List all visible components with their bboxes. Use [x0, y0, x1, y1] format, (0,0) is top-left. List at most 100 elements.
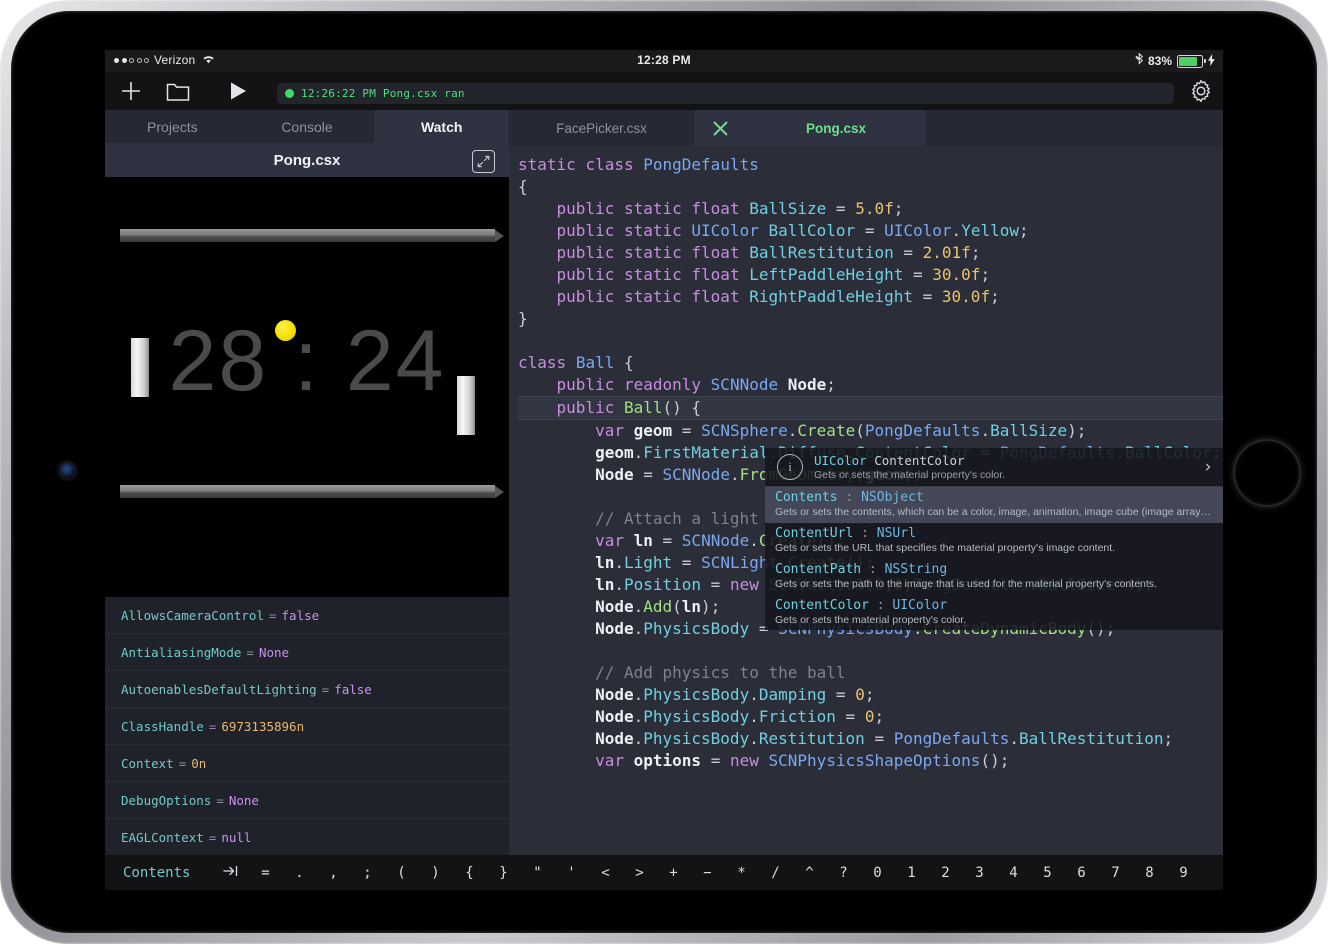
- key-*[interactable]: *: [724, 865, 758, 881]
- key-=[interactable]: =: [248, 865, 282, 881]
- key-0[interactable]: 0: [860, 865, 894, 881]
- keyboard-accessory-bar: Contents =.,;(){}"'<>+−*/^?0123456789: [105, 855, 1223, 890]
- code-line: Node.PhysicsBody.Restitution = PongDefau…: [518, 728, 1223, 750]
- watch-row-equals: =: [211, 793, 229, 808]
- play-icon[interactable]: [222, 78, 254, 104]
- watch-row-name: ClassHandle: [121, 719, 204, 734]
- key-5[interactable]: 5: [1030, 865, 1064, 881]
- watch-row-equals: =: [241, 645, 259, 660]
- code-line: {: [518, 176, 1223, 198]
- pong-game-preview[interactable]: 28 : 24: [105, 177, 509, 597]
- watch-row-name: Context: [121, 756, 174, 771]
- run-status-bar[interactable]: 12:26:22 PM Pong.csx ran: [277, 83, 1174, 104]
- code-line: public readonly SCNNode Node;: [518, 374, 1223, 396]
- watch-row-name: AutoenablesDefaultLighting: [121, 682, 317, 697]
- autocomplete-item-type: NSString: [885, 562, 948, 577]
- key-1[interactable]: 1: [894, 865, 928, 881]
- key-2[interactable]: 2: [928, 865, 962, 881]
- tab-watch[interactable]: Watch: [374, 110, 509, 143]
- autocomplete-item[interactable]: ContentColor : UIColorGets or sets the m…: [765, 595, 1223, 631]
- autocomplete-item[interactable]: Contents : NSObjectGets or sets the cont…: [765, 487, 1223, 523]
- tab-projects[interactable]: Projects: [105, 110, 240, 143]
- tab-pong-csx[interactable]: Pong.csx: [746, 110, 926, 146]
- close-x-icon[interactable]: [694, 110, 746, 146]
- tab-arrow-icon[interactable]: [214, 865, 248, 881]
- key-"[interactable]: ": [520, 865, 554, 881]
- autocomplete-header-description: Gets or sets the material property's col…: [814, 469, 1186, 481]
- key-^[interactable]: ^: [792, 865, 826, 881]
- watch-row[interactable]: ClassHandle=6973135896n: [105, 708, 509, 745]
- home-button[interactable]: [1233, 439, 1301, 507]
- key-;[interactable]: ;: [350, 865, 384, 881]
- context-token-label[interactable]: Contents: [123, 865, 190, 881]
- key-9[interactable]: 9: [1166, 865, 1200, 881]
- code-line: public static float LeftPaddleHeight = 3…: [518, 264, 1223, 286]
- watch-row[interactable]: AntialiasingMode=None: [105, 634, 509, 671]
- tab-console[interactable]: Console: [240, 110, 375, 143]
- bluetooth-icon: [1135, 53, 1143, 69]
- autocomplete-item-description: Gets or sets the contents, which can be …: [775, 506, 1213, 518]
- watch-row-value: null: [221, 830, 251, 845]
- autocomplete-item-description: Gets or sets the path to the image that …: [775, 578, 1213, 590]
- watch-row-equals: =: [204, 830, 222, 845]
- key-([interactable]: (: [384, 865, 418, 881]
- charging-bolt-icon: [1208, 54, 1215, 69]
- watch-row[interactable]: AutoenablesDefaultLighting=false: [105, 671, 509, 708]
- autocomplete-item[interactable]: ContentUrl : NSUrlGets or sets the URL t…: [765, 523, 1223, 559]
- right-paddle: [457, 376, 475, 435]
- autocomplete-item-description: Gets or sets the URL that specifies the …: [775, 542, 1213, 554]
- key-8[interactable]: 8: [1132, 865, 1166, 881]
- key-'[interactable]: ': [554, 865, 588, 881]
- key-}[interactable]: }: [486, 865, 520, 881]
- key-6[interactable]: 6: [1064, 865, 1098, 881]
- tab-facepicker-csx[interactable]: FacePicker.csx: [509, 110, 694, 146]
- watch-row-name: AntialiasingMode: [121, 645, 241, 660]
- key-/[interactable]: /: [758, 865, 792, 881]
- key-−[interactable]: −: [690, 865, 724, 881]
- plus-icon[interactable]: [115, 78, 147, 104]
- key-7[interactable]: 7: [1098, 865, 1132, 881]
- ios-status-bar: Verizon 12:28 PM 83%: [105, 50, 1223, 72]
- watch-row[interactable]: Context=0n: [105, 745, 509, 782]
- key->[interactable]: >: [622, 865, 656, 881]
- key-{[interactable]: {: [452, 865, 486, 881]
- watch-row-value: 6973135896n: [221, 719, 304, 734]
- watch-row-name: AllowsCameraControl: [121, 608, 264, 623]
- autocomplete-popup[interactable]: i UIColor ContentColor Gets or sets the …: [765, 448, 1223, 630]
- front-camera: [60, 463, 75, 478]
- autocomplete-header: i UIColor ContentColor Gets or sets the …: [765, 448, 1223, 487]
- key-+[interactable]: +: [656, 865, 690, 881]
- watch-row[interactable]: AllowsCameraControl=false: [105, 597, 509, 634]
- autocomplete-item-colon: :: [861, 562, 884, 577]
- code-line: public static UIColor BallColor = UIColo…: [518, 220, 1223, 242]
- autocomplete-item[interactable]: ContentPath : NSStringGets or sets the p…: [765, 559, 1223, 595]
- autocomplete-item-type: NSObject: [861, 490, 924, 505]
- watch-row[interactable]: EAGLContext=null: [105, 819, 509, 856]
- panel-title-label: Pong.csx: [274, 152, 341, 169]
- key-3[interactable]: 3: [962, 865, 996, 881]
- app-toolbar: 12:26:22 PM Pong.csx ran: [105, 72, 1223, 110]
- key-4[interactable]: 4: [996, 865, 1030, 881]
- code-line: var options = new SCNPhysicsShapeOptions…: [518, 750, 1223, 772]
- chevron-right-icon[interactable]: ›: [1203, 457, 1213, 477]
- gear-icon[interactable]: [1189, 79, 1213, 103]
- key-?[interactable]: ?: [826, 865, 860, 881]
- status-bar-right: 83%: [1135, 53, 1215, 69]
- folder-icon[interactable]: [162, 78, 194, 104]
- key-)[interactable]: ): [418, 865, 452, 881]
- code-line: var geom = SCNSphere.Create(PongDefaults…: [518, 420, 1223, 442]
- ipad-device-frame: Verizon 12:28 PM 83%: [0, 0, 1328, 944]
- code-line: [518, 640, 1223, 662]
- key-,[interactable]: ,: [316, 865, 350, 881]
- code-line: }: [518, 308, 1223, 330]
- expand-diagonal-icon[interactable]: [472, 150, 495, 173]
- watch-row[interactable]: DebugOptions=None: [105, 782, 509, 819]
- code-line: static class PongDefaults: [518, 154, 1223, 176]
- battery-percent-label: 83%: [1148, 54, 1172, 68]
- watch-variable-list[interactable]: AllowsCameraControl=falseAntialiasingMod…: [105, 597, 509, 890]
- watch-row-equals: =: [174, 756, 192, 771]
- key-<[interactable]: <: [588, 865, 622, 881]
- run-status-label: 12:26:22 PM Pong.csx ran: [301, 87, 465, 100]
- code-line: // Add physics to the ball: [518, 662, 1223, 684]
- key-.[interactable]: .: [282, 865, 316, 881]
